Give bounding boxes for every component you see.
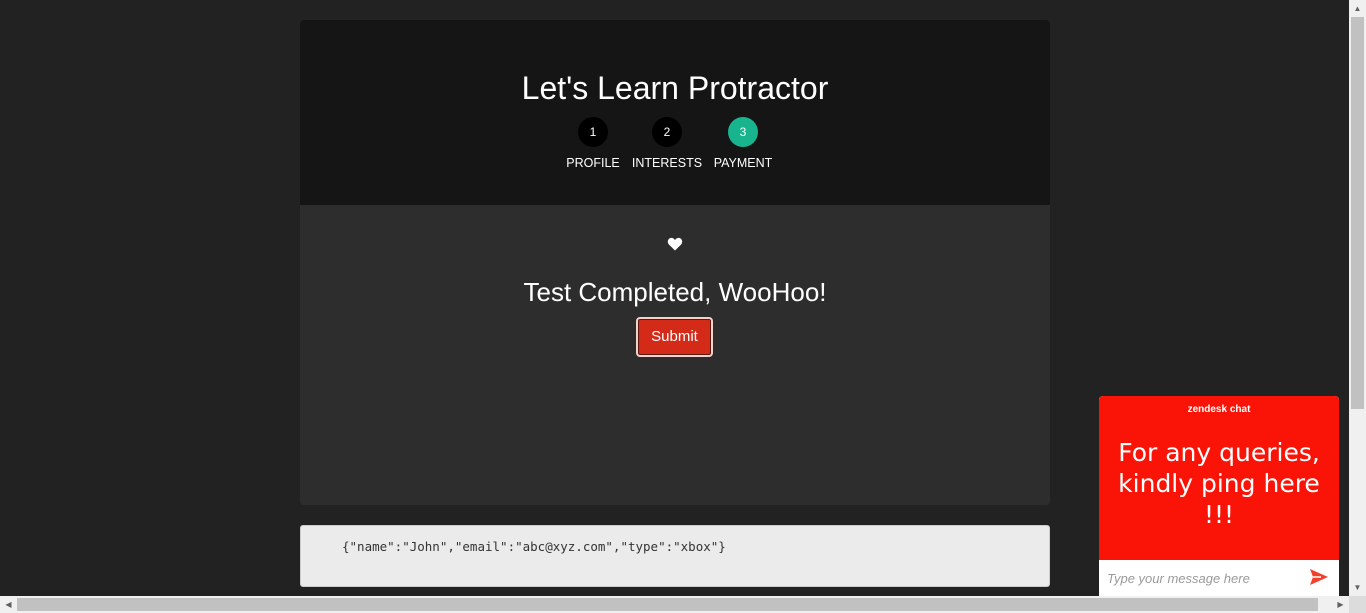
chat-input-bar bbox=[1099, 560, 1339, 596]
horizontal-scroll-thumb[interactable] bbox=[17, 598, 1318, 611]
vertical-scroll-thumb[interactable] bbox=[1351, 17, 1364, 409]
step-number: 1 bbox=[578, 117, 608, 147]
scroll-up-icon[interactable]: ▲ bbox=[1349, 0, 1366, 17]
chat-message-input[interactable] bbox=[1107, 566, 1302, 590]
chat-widget: zendesk chat For any queries, kindly pin… bbox=[1099, 396, 1339, 613]
payment-panel: Test Completed, WooHoo! Submit bbox=[300, 205, 1050, 505]
send-icon[interactable] bbox=[1309, 568, 1329, 586]
vertical-scrollbar[interactable]: ▲ ▼ bbox=[1349, 0, 1366, 596]
step-payment[interactable]: 3 PAYMENT bbox=[698, 117, 788, 170]
step-number: 2 bbox=[652, 117, 682, 147]
completion-message: Test Completed, WooHoo! bbox=[523, 277, 827, 307]
heart-icon bbox=[667, 237, 683, 251]
chat-greeting: For any queries, kindly ping here !!! bbox=[1118, 438, 1320, 529]
page-title: Let's Learn Protractor bbox=[521, 70, 829, 106]
scrollbar-corner bbox=[1349, 596, 1366, 613]
scroll-left-icon[interactable]: ◀ bbox=[0, 596, 17, 613]
form-card: Let's Learn Protractor 1 PROFILE 2 INTER… bbox=[300, 20, 1050, 505]
scroll-right-icon[interactable]: ▶ bbox=[1332, 596, 1349, 613]
json-output: {"name":"John","email":"abc@xyz.com","ty… bbox=[300, 525, 1050, 587]
step-number: 3 bbox=[728, 117, 758, 147]
progress-steps: 1 PROFILE 2 INTERESTS 3 PAYMENT bbox=[300, 117, 1050, 177]
horizontal-scrollbar[interactable]: ◀ ▶ bbox=[0, 596, 1349, 613]
submit-button[interactable]: Submit bbox=[636, 317, 713, 357]
chat-brand: zendesk chat bbox=[1187, 404, 1251, 415]
card-header: Let's Learn Protractor 1 PROFILE 2 INTER… bbox=[300, 20, 1050, 205]
chat-header[interactable]: zendesk chat For any queries, kindly pin… bbox=[1099, 396, 1339, 560]
scroll-down-icon[interactable]: ▼ bbox=[1349, 579, 1366, 596]
step-label: PAYMENT bbox=[713, 156, 773, 170]
